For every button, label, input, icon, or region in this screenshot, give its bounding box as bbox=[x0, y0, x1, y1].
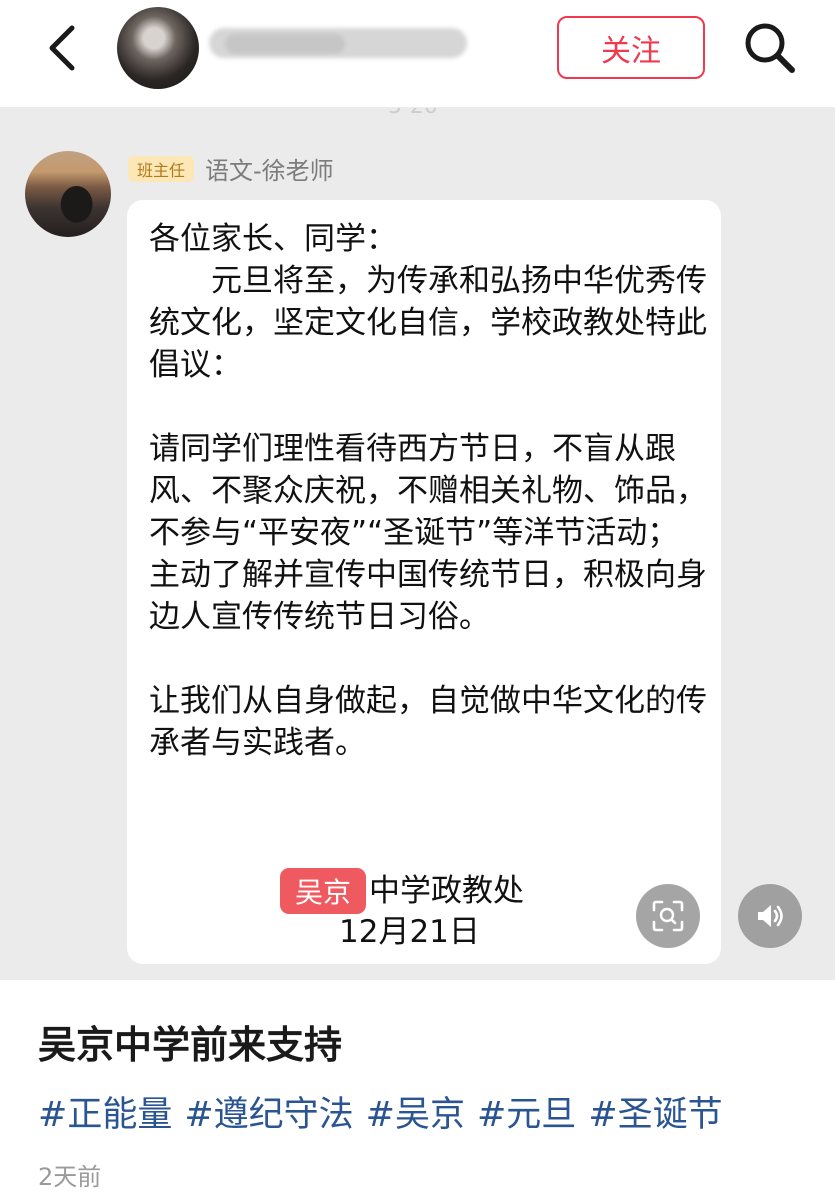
hashtag-link[interactable]: #元旦 bbox=[477, 1095, 576, 1135]
hashtag-link[interactable]: #圣诞节 bbox=[588, 1095, 722, 1135]
top-nav-bar: 关注 bbox=[0, 0, 835, 108]
hashtag-link[interactable]: #吴京 bbox=[366, 1095, 465, 1135]
hashtag-link[interactable]: #正能量 bbox=[38, 1095, 172, 1135]
search-icon bbox=[745, 23, 795, 73]
hashtag-link[interactable]: #遵纪守法 bbox=[184, 1095, 353, 1135]
post-caption: 吴京中学前来支持 bbox=[38, 1023, 343, 1067]
message-text: 各位家长、同学： 元旦将至，为传承和弘扬中华优秀传统文化，坚定文化自信，学校政教… bbox=[149, 218, 709, 764]
message-paragraph-1: 元旦将至，为传承和弘扬中华优秀传统文化，坚定文化自信，学校政教处特此倡议： bbox=[149, 263, 707, 383]
message-paragraph-2: 请同学们理性看待西方节日，不盲从跟风、不聚众庆祝，不赠相关礼物、饰品，不参与“平… bbox=[149, 431, 707, 635]
message-paragraph-3: 让我们从自身做起，自觉做中华文化的传承者与实践者。 bbox=[149, 683, 707, 761]
message-bubble: 各位家长、同学： 元旦将至，为传承和弘扬中华优秀传统文化，坚定文化自信，学校政教… bbox=[127, 200, 721, 964]
sender-avatar bbox=[25, 151, 111, 237]
sender-name: 语文-徐老师 bbox=[205, 157, 334, 185]
role-badge: 班主任 bbox=[128, 156, 194, 182]
search-button[interactable] bbox=[740, 18, 800, 78]
scan-button[interactable] bbox=[636, 884, 700, 948]
post-image[interactable]: 5-20 班主任 语文-徐老师 各位家长、同学： 元旦将至，为传承和弘扬中华优秀… bbox=[0, 108, 835, 980]
follow-button[interactable]: 关注 bbox=[557, 16, 705, 79]
author-avatar[interactable] bbox=[117, 7, 199, 89]
speaker-icon bbox=[758, 905, 783, 927]
post-page: 关注 5-20 班主任 语文-徐老师 各位家长、同学： 元旦将至，为传承和弘扬中… bbox=[0, 0, 835, 1200]
message-greeting: 各位家长、同学： bbox=[149, 221, 397, 257]
message-signature: 中学政教处 bbox=[369, 873, 524, 909]
scan-icon bbox=[652, 900, 684, 932]
sound-button[interactable] bbox=[738, 884, 802, 948]
follow-button-label: 关注 bbox=[601, 33, 661, 69]
back-button[interactable] bbox=[38, 20, 88, 76]
hashtag-list: #正能量 #遵纪守法 #吴京 #元旦 #圣诞节 bbox=[38, 1086, 735, 1137]
chat-timestamp: 5-20 bbox=[388, 108, 438, 119]
name-sticker: 吴京 bbox=[280, 868, 366, 914]
post-time: 2天前 bbox=[38, 1163, 102, 1191]
message-date: 12月21日 bbox=[339, 914, 480, 950]
chevron-left-icon bbox=[49, 25, 75, 71]
author-username-blurred[interactable] bbox=[205, 22, 473, 66]
